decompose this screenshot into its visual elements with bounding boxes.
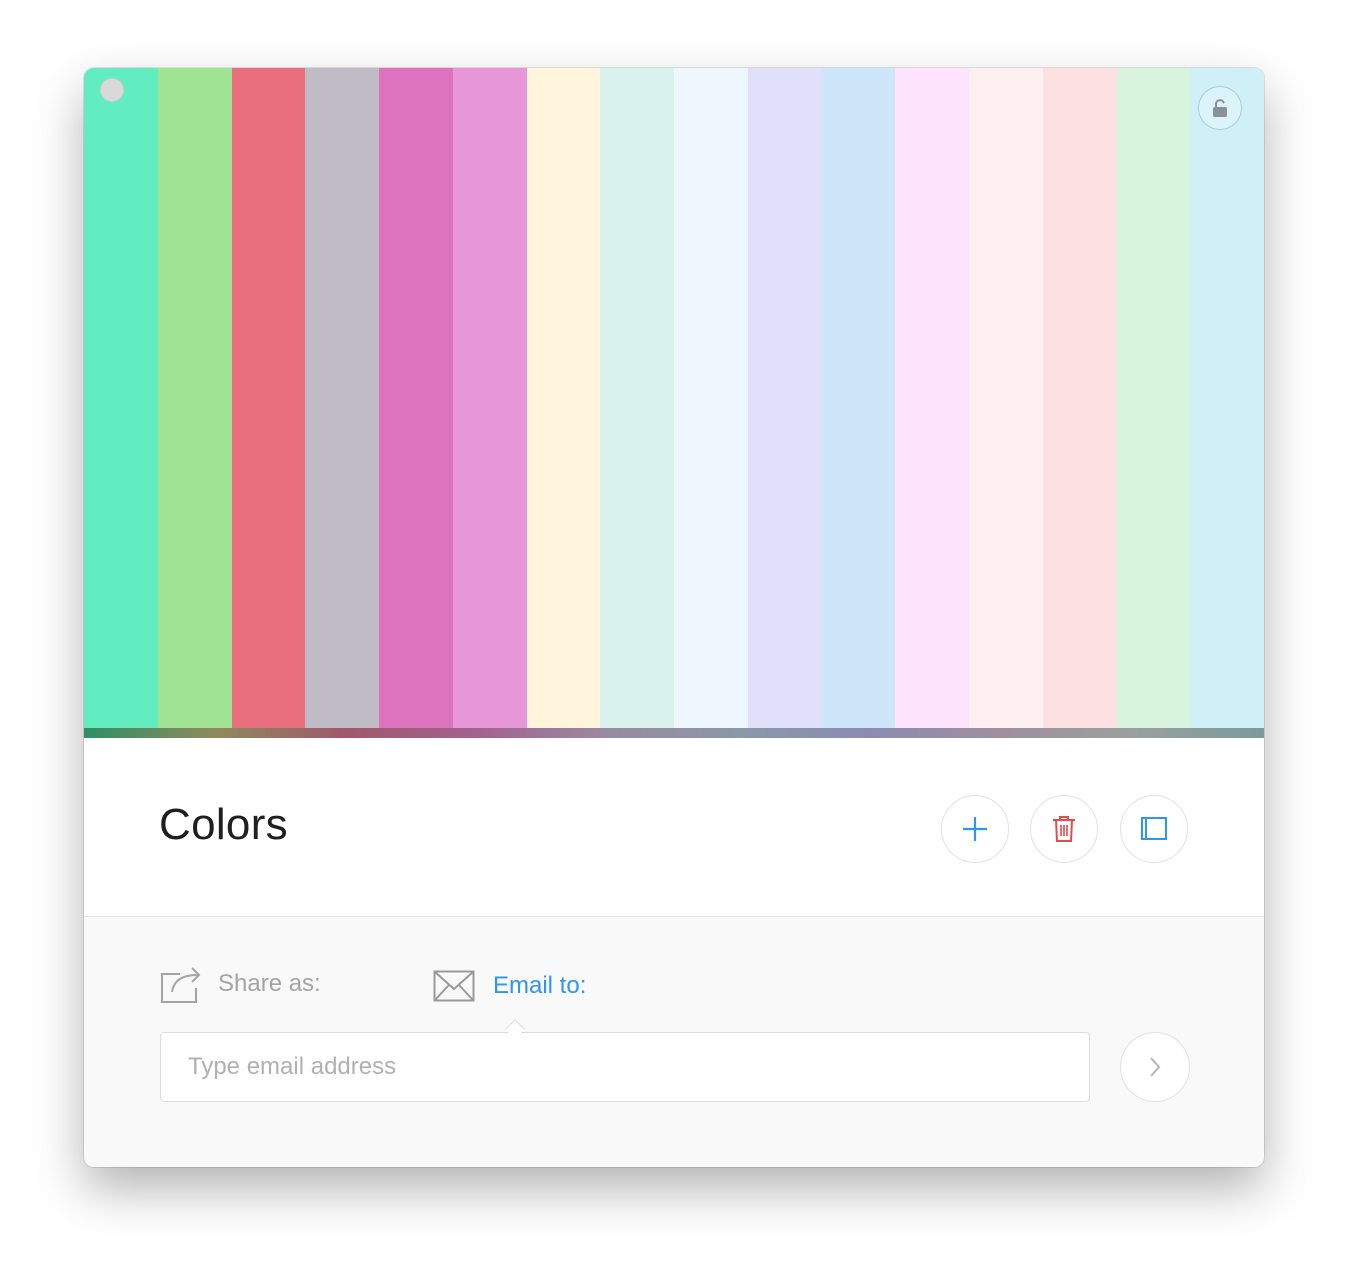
- chevron-right-icon: [1150, 1057, 1161, 1077]
- color-swatch-light-cyan[interactable]: [1190, 68, 1264, 728]
- plus-icon: [963, 817, 987, 841]
- lock-button[interactable]: [1198, 86, 1242, 130]
- color-swatch-pale-teal[interactable]: [600, 68, 674, 728]
- send-button[interactable]: [1120, 1032, 1190, 1102]
- color-swatch-blush[interactable]: [969, 68, 1043, 728]
- color-swatch-cream[interactable]: [526, 68, 601, 728]
- toggle-sidebar-button[interactable]: [1120, 795, 1188, 863]
- color-swatch-light-green[interactable]: [157, 68, 232, 728]
- envelope-icon: [433, 970, 475, 1002]
- color-swatch-light-sky[interactable]: [821, 68, 896, 728]
- palette-gradient-bar: [84, 728, 1264, 738]
- unlock-icon: [1213, 99, 1227, 117]
- color-swatch-honeydew[interactable]: [1116, 68, 1191, 728]
- color-swatch-mint[interactable]: [84, 68, 158, 728]
- color-swatch-light-orchid[interactable]: [452, 68, 527, 728]
- color-swatch-lavender[interactable]: [747, 68, 822, 728]
- add-color-button[interactable]: [941, 795, 1009, 863]
- email-field[interactable]: [160, 1032, 1090, 1102]
- share-panel: Share as: Email to:: [84, 917, 1264, 1167]
- share-icon: [161, 967, 201, 1003]
- delete-palette-button[interactable]: [1030, 795, 1098, 863]
- trash-icon: [1053, 816, 1075, 842]
- palette-title: Colors: [159, 800, 288, 849]
- color-swatch-coral-red[interactable]: [231, 68, 306, 728]
- color-swatch-gray-lavender[interactable]: [305, 68, 379, 728]
- share-as-option[interactable]: Share as:: [160, 964, 321, 1004]
- color-swatch-orchid[interactable]: [379, 68, 453, 728]
- close-dot-icon[interactable]: [100, 78, 124, 102]
- color-swatch-pale-pink[interactable]: [895, 68, 969, 728]
- color-swatch-light-rose[interactable]: [1042, 68, 1117, 728]
- email-to-label: Email to:: [493, 972, 587, 999]
- app-window: Colors Share as: Email to: Type email ad…: [84, 68, 1264, 1167]
- share-as-label: Share as:: [218, 970, 321, 997]
- palette-info-panel: Colors: [84, 738, 1264, 917]
- color-swatch-alice-blue[interactable]: [674, 68, 748, 728]
- sidebar-panel-icon: [1141, 817, 1167, 840]
- email-to-option[interactable]: Email to:: [433, 970, 586, 1002]
- color-palette: [84, 68, 1264, 728]
